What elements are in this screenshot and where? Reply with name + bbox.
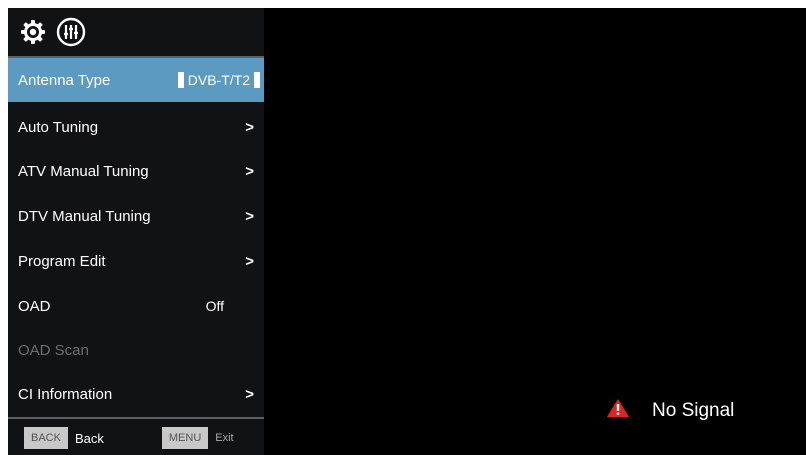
- back-key-icon[interactable]: BACK: [24, 427, 68, 449]
- menu-item-label: OAD: [18, 297, 51, 315]
- menu-item-dtv-manual-tuning[interactable]: DTV Manual Tuning >: [8, 194, 264, 238]
- tv-screen: Antenna Type DVB-T/T2 Auto Tuning > ATV …: [8, 8, 806, 455]
- equalizer-icon[interactable]: [56, 17, 86, 47]
- chevron-right-icon: >: [245, 207, 254, 225]
- menu-item-label: CI Information: [18, 385, 113, 403]
- menu-item-oad[interactable]: OAD Off: [8, 284, 264, 328]
- menu-item-program-edit[interactable]: Program Edit >: [8, 239, 264, 283]
- menu-item-atv-manual-tuning[interactable]: ATV Manual Tuning >: [8, 149, 264, 193]
- menu-item-ci-information[interactable]: CI Information >: [8, 372, 264, 416]
- gear-icon[interactable]: [18, 17, 48, 47]
- menu-item-oad-scan: OAD Scan: [8, 328, 264, 372]
- chevron-right-icon: >: [245, 385, 254, 403]
- chevron-right-icon: >: [245, 252, 254, 270]
- menu-item-auto-tuning[interactable]: Auto Tuning >: [8, 105, 264, 149]
- menu-bottom-divider: [8, 417, 264, 419]
- chevron-right-icon: >: [245, 118, 254, 136]
- menu-item-label: Auto Tuning: [18, 118, 99, 136]
- antenna-type-selector[interactable]: DVB-T/T2: [177, 72, 260, 88]
- antenna-type-value: DVB-T/T2: [187, 72, 250, 88]
- no-signal-indicator: No Signal: [606, 398, 734, 424]
- left-selector-bar: [177, 72, 184, 88]
- chevron-right-icon: >: [245, 162, 254, 180]
- menu-item-label: OAD Scan: [18, 341, 89, 359]
- oad-value: Off: [205, 298, 224, 314]
- no-signal-text: No Signal: [652, 400, 735, 421]
- back-label: Back: [74, 430, 104, 446]
- menu-item-label: Program Edit: [18, 252, 106, 270]
- menu-footer: BACK Back MENU Exit: [8, 421, 264, 455]
- menu-item-label: Antenna Type: [18, 71, 111, 89]
- right-selector-bar: [254, 72, 260, 88]
- settings-menu: Antenna Type DVB-T/T2 Auto Tuning > ATV …: [8, 8, 264, 455]
- warning-icon: [606, 398, 630, 424]
- tv-frame: Antenna Type DVB-T/T2 Auto Tuning > ATV …: [0, 0, 806, 455]
- exit-label: Exit: [215, 432, 234, 444]
- menu-item-antenna-type[interactable]: Antenna Type DVB-T/T2: [8, 58, 264, 102]
- menu-item-label: DTV Manual Tuning: [18, 207, 151, 225]
- menu-header: [8, 8, 264, 56]
- menu-item-label: ATV Manual Tuning: [18, 162, 149, 180]
- menu-key-icon[interactable]: MENU: [161, 427, 209, 449]
